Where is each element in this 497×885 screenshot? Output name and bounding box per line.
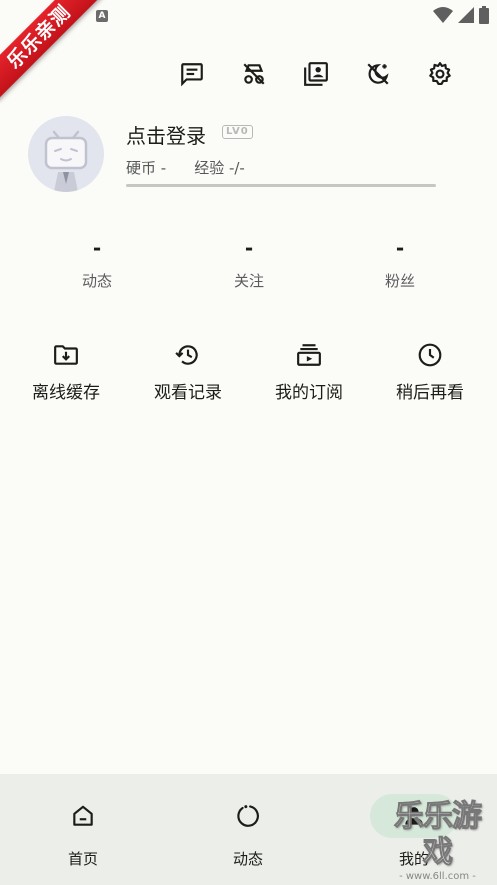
subscription-icon <box>297 344 321 366</box>
stat-label: 关注 <box>233 272 264 290</box>
shortcut-label: 我的订阅 <box>275 383 343 403</box>
status-icons <box>433 6 489 24</box>
nav-home[interactable]: 首页 <box>23 794 143 869</box>
message-icon[interactable] <box>178 60 206 88</box>
profile-stats-row: 硬币 - 经验 -/- <box>126 157 245 178</box>
stat-value: - <box>244 236 254 260</box>
watermark-url: - www.6ll.com - <box>399 871 476 882</box>
avatar[interactable] <box>28 116 104 192</box>
stat-following[interactable]: - 关注 <box>189 236 309 291</box>
home-icon <box>73 805 93 826</box>
clock-icon <box>418 343 442 367</box>
stat-label: 粉丝 <box>384 272 415 290</box>
wifi-icon <box>433 7 453 23</box>
history-icon <box>175 345 198 365</box>
nav-label: 动态 <box>232 850 263 868</box>
stat-fans[interactable]: - 粉丝 <box>340 236 460 291</box>
download-folder-icon <box>54 345 78 365</box>
level-badge: LV0 <box>222 125 253 139</box>
corner-ribbon: 乐乐亲测 <box>0 0 110 110</box>
my-subscriptions-button[interactable]: 我的订阅 <box>254 340 364 403</box>
profile-album-icon[interactable] <box>302 60 330 88</box>
watermark: 乐乐游戏 - www.6ll.com - <box>380 799 495 883</box>
login-link[interactable]: 点击登录 <box>126 120 206 149</box>
nav-label: 首页 <box>67 850 98 868</box>
experience-bar <box>126 184 436 187</box>
watermark-title: 乐乐游戏 <box>394 799 483 871</box>
stat-label: 动态 <box>81 272 112 290</box>
incognito-icon[interactable] <box>240 60 268 88</box>
stat-value: - <box>92 236 102 260</box>
shortcut-label: 观看记录 <box>154 383 222 403</box>
dynamic-icon <box>237 805 259 827</box>
battery-icon <box>479 6 489 24</box>
stat-dynamics[interactable]: - 动态 <box>37 236 157 291</box>
watch-history-button[interactable]: 观看记录 <box>133 340 243 403</box>
dark-mode-icon[interactable] <box>364 60 392 88</box>
nav-dynamics[interactable]: 动态 <box>188 794 308 869</box>
offline-cache-button[interactable]: 离线缓存 <box>11 340 121 403</box>
experience-label: 经验 -/- <box>194 159 245 177</box>
watch-later-button[interactable]: 稍后再看 <box>375 340 485 403</box>
signal-icon <box>458 7 474 23</box>
shortcut-label: 稍后再看 <box>396 383 464 403</box>
default-avatar-icon <box>44 130 88 192</box>
settings-icon[interactable] <box>426 60 454 88</box>
top-action-bar <box>0 60 497 90</box>
coins-label: 硬币 - <box>126 159 167 177</box>
shortcut-label: 离线缓存 <box>32 383 100 403</box>
stat-value: - <box>395 236 405 260</box>
